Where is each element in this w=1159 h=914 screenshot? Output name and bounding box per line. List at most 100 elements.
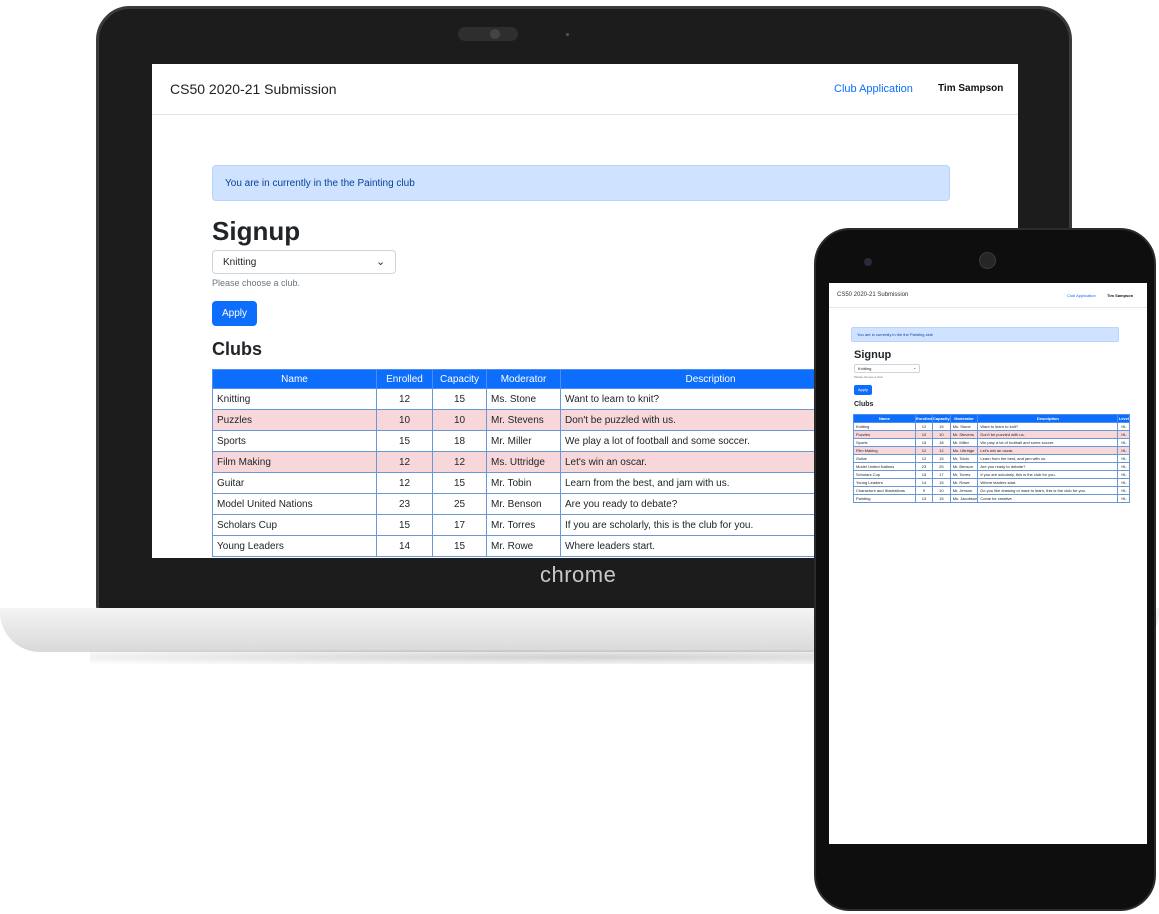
phone-table-row: Young Leaders 14 15 Mr. Rowe Where leaders s… bbox=[853, 478, 1131, 487]
cell-moderator: Mr. Benson bbox=[486, 493, 561, 515]
phone-user-name[interactable]: Tim Sampson bbox=[1107, 293, 1133, 298]
speaker-icon bbox=[979, 252, 996, 269]
cell-name: Knitting bbox=[212, 388, 377, 410]
phone-cell-level: HL bbox=[1117, 422, 1131, 431]
cell-name: Sports bbox=[212, 430, 377, 452]
phone-cell-moderator: Ms. Jacobson bbox=[949, 494, 979, 503]
column-header-name: Name bbox=[212, 369, 377, 389]
webcam-housing bbox=[458, 27, 518, 41]
chevron-down-icon: ⌄ bbox=[913, 365, 917, 370]
phone-cell-level: HL bbox=[1117, 470, 1131, 479]
phone-cell-name: Characture and Illustrations bbox=[853, 486, 916, 495]
cell-moderator: Ms. Uttridge bbox=[486, 451, 561, 473]
phone-cell-description: Do you like drawing or want to learn, th… bbox=[977, 486, 1119, 495]
cell-capacity: 10 bbox=[432, 409, 487, 431]
phone-cell-level: HL bbox=[1117, 446, 1131, 455]
front-camera-icon bbox=[864, 258, 872, 266]
phone-cell-moderator: Mr. Stevens bbox=[949, 430, 979, 439]
cell-capacity: 17 bbox=[432, 514, 487, 536]
club-select-value: Knitting bbox=[223, 257, 257, 268]
phone-clubs-heading: Clubs bbox=[854, 401, 874, 408]
current-club-alert: You are in currently in the the Painting… bbox=[212, 165, 950, 201]
cell-enrolled: 15 bbox=[376, 430, 433, 452]
phone-cell-moderator: Ms. Stone bbox=[949, 422, 979, 431]
phone-cell-description: If you are scholarly, this is the club f… bbox=[977, 470, 1119, 479]
phone-club-select[interactable]: Knitting ⌄ bbox=[854, 364, 920, 373]
cell-moderator: Ms. Stone bbox=[486, 388, 561, 410]
cell-moderator: Mr. Tobin bbox=[486, 472, 561, 494]
phone-cell-capacity: 15 bbox=[932, 422, 951, 431]
cell-capacity: 25 bbox=[432, 493, 487, 515]
cell-enrolled: 14 bbox=[376, 535, 433, 557]
cell-name: Guitar bbox=[212, 472, 377, 494]
phone-cell-name: Young Leaders bbox=[853, 478, 916, 487]
phone-cell-level: HL bbox=[1117, 454, 1131, 463]
club-select[interactable]: Knitting ⌄ bbox=[212, 250, 396, 274]
phone-cell-name: Painting bbox=[853, 494, 916, 503]
cell-name: Young Leaders bbox=[212, 535, 377, 557]
phone-table-row: Model United Nations 23 25 Mr. Benson Are yo… bbox=[853, 462, 1131, 471]
clubs-table: Name Enrolled Capacity Moderator Descrip… bbox=[212, 369, 861, 557]
phone-cell-name: Scholars Cup bbox=[853, 470, 916, 479]
column-header-moderator: Moderator bbox=[486, 369, 561, 389]
phone-current-club-alert: You are in currently in the the Painting… bbox=[851, 327, 1119, 342]
phone-column-header-moderator: Moderator bbox=[949, 414, 979, 423]
signup-heading: Signup bbox=[212, 216, 301, 246]
help-text: Please choose a club. bbox=[212, 278, 301, 288]
cell-capacity: 15 bbox=[432, 472, 487, 494]
phone-cell-level: HL bbox=[1117, 478, 1131, 487]
phone-screen: CS50 2020-21 Submission Club Application… bbox=[829, 283, 1147, 844]
phone-cell-enrolled: 12 bbox=[914, 422, 934, 431]
phone-apply-button[interactable]: Apply bbox=[854, 385, 872, 395]
cell-name: Puzzles bbox=[212, 409, 377, 431]
phone-table-row: Characture and Illustrations 9 10 Mr. Jenso… bbox=[853, 486, 1131, 495]
chrome-logo: chrome bbox=[540, 562, 617, 587]
phone-cell-moderator: Mr. Jenson bbox=[949, 486, 979, 495]
phone-cell-description: Let's win an oscar. bbox=[977, 446, 1119, 455]
table-row: Puzzles 10 10 Mr. Stevens Don't be puzzled w… bbox=[212, 409, 861, 431]
phone-navbar-brand[interactable]: CS50 2020-21 Submission bbox=[837, 292, 908, 298]
cell-capacity: 15 bbox=[432, 388, 487, 410]
navbar: CS50 2020-21 Submission Club Application… bbox=[152, 64, 1018, 115]
club-application-link[interactable]: Club Application bbox=[834, 83, 913, 95]
phone-cell-description: Learn from the best, and jam with us. bbox=[977, 454, 1119, 463]
phone-cell-name: Film Making bbox=[853, 446, 916, 455]
table-row: Sports 15 18 Mr. Miller We play a lot of foo… bbox=[212, 430, 861, 452]
phone-cell-name: Sports bbox=[853, 438, 916, 447]
cell-name: Film Making bbox=[212, 451, 377, 473]
phone-cell-enrolled: 13 bbox=[914, 494, 934, 503]
phone-table-row: Scholars Cup 15 17 Mr. Torres If you are sch… bbox=[853, 470, 1131, 479]
phone-cell-enrolled: 12 bbox=[914, 454, 934, 463]
phone-cell-enrolled: 14 bbox=[914, 478, 934, 487]
cell-enrolled: 12 bbox=[376, 472, 433, 494]
cell-capacity: 15 bbox=[432, 535, 487, 557]
cell-enrolled: 12 bbox=[376, 451, 433, 473]
phone-table-row: Puzzles 10 10 Mr. Stevens Don't be puzzled w… bbox=[853, 430, 1131, 439]
phone-cell-description: We play a lot of football and some socce… bbox=[977, 438, 1119, 447]
phone-cell-moderator: Mr. Benson bbox=[949, 462, 979, 471]
phone-cell-description: Come be creative bbox=[977, 494, 1119, 503]
phone-cell-enrolled: 23 bbox=[914, 462, 934, 471]
cell-enrolled: 15 bbox=[376, 514, 433, 536]
phone-cell-enrolled: 9 bbox=[914, 486, 934, 495]
phone-cell-capacity: 10 bbox=[932, 430, 951, 439]
user-name[interactable]: Tim Sampson bbox=[938, 83, 1003, 94]
navbar-brand[interactable]: CS50 2020-21 Submission bbox=[170, 81, 337, 97]
phone-table-row: Painting 13 15 Ms. Jacobson Come be creative… bbox=[853, 494, 1131, 503]
phone-table-row: Knitting 12 15 Ms. Stone Want to learn to kn… bbox=[853, 422, 1131, 431]
phone-cell-enrolled: 12 bbox=[914, 446, 934, 455]
cell-moderator: Mr. Miller bbox=[486, 430, 561, 452]
phone-cell-level: HL bbox=[1117, 438, 1131, 447]
phone-cell-moderator: Mr. Rowe bbox=[949, 478, 979, 487]
table-row: Knitting 12 15 Ms. Stone Want to learn to kn… bbox=[212, 388, 861, 410]
apply-button[interactable]: Apply bbox=[212, 301, 257, 326]
cell-moderator: Mr. Torres bbox=[486, 514, 561, 536]
phone-cell-name: Model United Nations bbox=[853, 462, 916, 471]
cell-moderator: Mr. Stevens bbox=[486, 409, 561, 431]
phone-club-application-link[interactable]: Club Application bbox=[1067, 293, 1096, 298]
phone-column-header-description: Description bbox=[977, 414, 1119, 423]
phone-cell-name: Puzzles bbox=[853, 430, 916, 439]
phone-cell-name: Knitting bbox=[853, 422, 916, 431]
phone-cell-capacity: 25 bbox=[932, 462, 951, 471]
table-row: Guitar 12 15 Mr. Tobin Learn from the best, … bbox=[212, 472, 861, 494]
